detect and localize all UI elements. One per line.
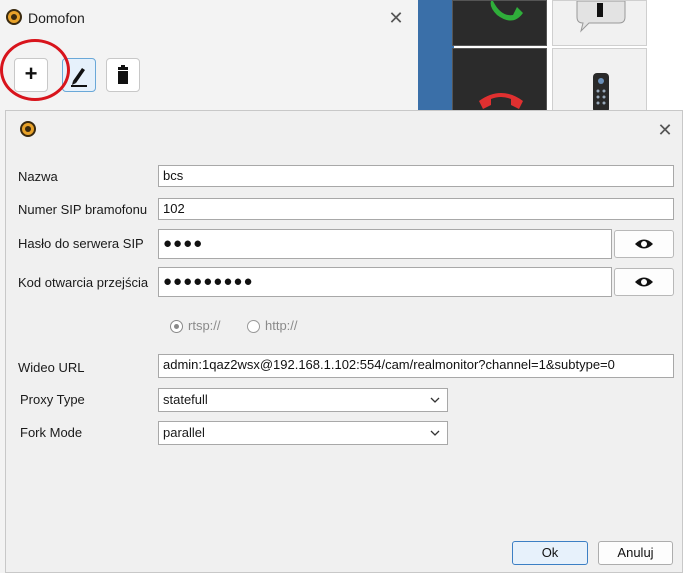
dialog-gear-icon bbox=[20, 121, 36, 137]
tile-answer[interactable] bbox=[452, 0, 547, 46]
sip-password-field[interactable]: ●●●● bbox=[158, 229, 612, 259]
name-field[interactable]: bcs bbox=[158, 165, 674, 187]
sip-number-field[interactable]: 102 bbox=[158, 198, 674, 220]
proxy-type-value: statefull bbox=[163, 392, 208, 407]
edit-dialog: ✕ Nazwa bcs Numer SIP bramofonu 102 Hasł… bbox=[5, 110, 683, 573]
chevron-down-icon bbox=[430, 430, 440, 436]
tile-chat[interactable] bbox=[552, 0, 647, 46]
video-url-field[interactable]: admin:1qaz2wsx@192.168.1.102:554/cam/rea… bbox=[158, 354, 674, 378]
name-label: Nazwa bbox=[18, 169, 58, 184]
background-titlebar: Domofon ✕ bbox=[0, 0, 420, 34]
phone-answer-icon bbox=[490, 1, 523, 21]
proxy-type-label: Proxy Type bbox=[20, 392, 85, 407]
background-window-title: Domofon bbox=[28, 10, 85, 26]
sip-number-label: Numer SIP bramofonu bbox=[18, 202, 148, 217]
http-radio[interactable] bbox=[247, 320, 260, 333]
eye-icon bbox=[635, 277, 653, 287]
highlight-ring bbox=[0, 39, 70, 101]
trash-icon bbox=[118, 65, 128, 84]
proxy-type-select[interactable]: statefull bbox=[158, 388, 448, 412]
rtsp-radio-label: rtsp:// bbox=[188, 318, 221, 333]
dialog-close-icon[interactable]: ✕ bbox=[654, 119, 676, 141]
sip-password-label: Hasło do serwera SIP bbox=[18, 236, 144, 251]
show-code-button[interactable] bbox=[614, 268, 674, 296]
door-code-field[interactable]: ●●●●●●●●● bbox=[158, 267, 612, 297]
chevron-down-icon bbox=[430, 397, 440, 403]
rtsp-radio[interactable] bbox=[170, 320, 183, 333]
fork-mode-value: parallel bbox=[163, 425, 205, 440]
delete-button[interactable] bbox=[106, 58, 140, 92]
background-close-icon[interactable]: ✕ bbox=[386, 8, 406, 28]
show-password-button[interactable] bbox=[614, 230, 674, 258]
ok-button[interactable]: Ok bbox=[512, 541, 588, 565]
cancel-button[interactable]: Anuluj bbox=[598, 541, 673, 565]
video-url-label: Wideo URL bbox=[18, 360, 85, 375]
http-radio-label: http:// bbox=[265, 318, 298, 333]
chat-bubble-icon bbox=[576, 0, 626, 33]
fork-mode-label: Fork Mode bbox=[20, 425, 83, 440]
app-gear-icon bbox=[6, 9, 22, 25]
door-code-label: Kod otwarcia przejścia bbox=[18, 275, 149, 290]
dialog-titlebar: ✕ bbox=[6, 111, 682, 147]
eye-icon bbox=[635, 239, 653, 249]
fork-mode-select[interactable]: parallel bbox=[158, 421, 448, 445]
